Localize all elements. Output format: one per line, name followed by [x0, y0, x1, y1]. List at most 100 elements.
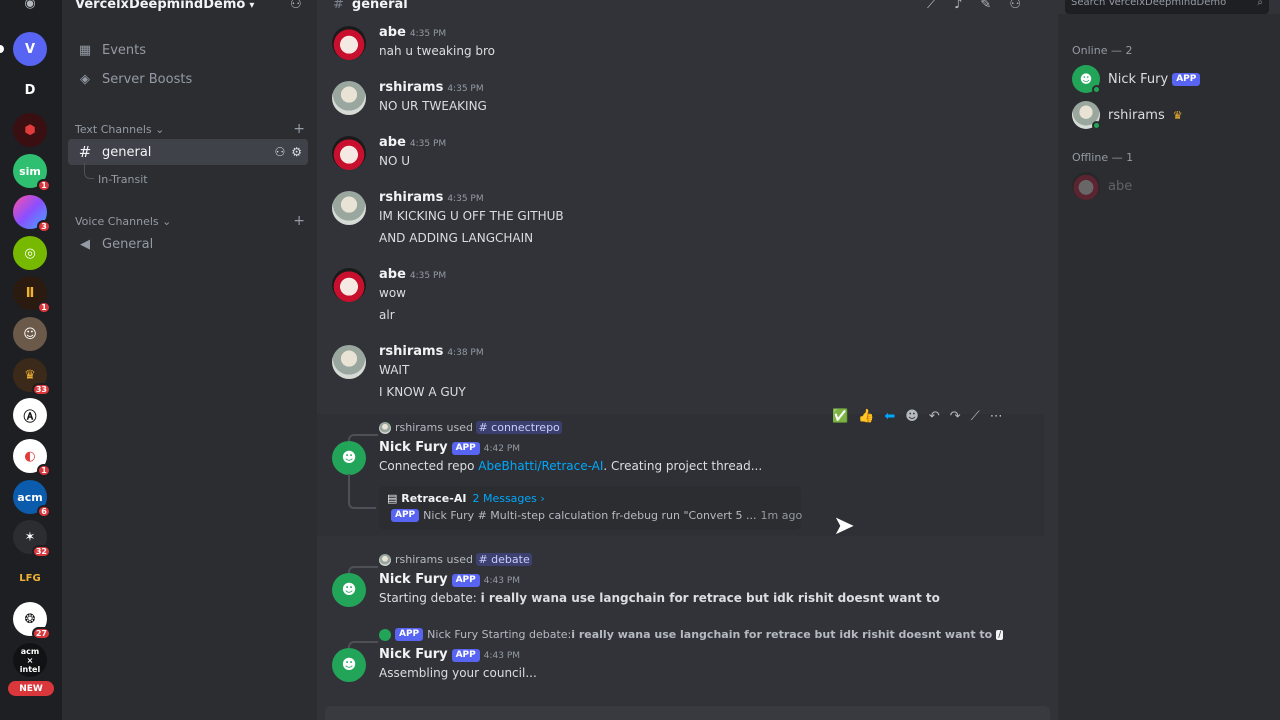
category-voice-channels[interactable]: Voice Channels ⌄ +	[75, 213, 305, 229]
server-icon-d[interactable]: D	[13, 73, 47, 107]
thread-in-transit[interactable]: In-Transit	[98, 173, 148, 186]
app-badge: APP	[451, 574, 480, 587]
add-reaction-icon[interactable]: ☻	[905, 409, 919, 424]
server-icon-acm-intel[interactable]: acm × intel	[13, 643, 47, 677]
avatar[interactable]	[332, 268, 366, 302]
arrow-emoji-reaction[interactable]: ⬅	[884, 409, 895, 424]
message-text: Connected repo AbeBhatti/Retrace-AI. Cre…	[379, 459, 763, 473]
message-author[interactable]: Nick Fury APP 4:43 PM	[379, 572, 520, 587]
server-icon-sim[interactable]: sim 1	[13, 154, 51, 192]
invite-people-icon[interactable]: ⚇	[290, 0, 302, 12]
channel-general[interactable]: # general ⚇ ⚙	[68, 139, 308, 165]
app-badge: APP	[395, 628, 424, 641]
app-badge: APP	[451, 649, 480, 662]
unread-badge: 1	[37, 301, 51, 314]
member-abe[interactable]: abe	[1072, 172, 1132, 200]
server-icon-chrome[interactable]: ◐ 1	[13, 439, 51, 477]
forward-icon[interactable]: ↷	[950, 409, 961, 424]
server-icon-nvidia[interactable]: ◎	[13, 236, 47, 270]
search-icon: ⌕	[1257, 0, 1263, 8]
thread-message-count[interactable]: 2 Messages ›	[472, 492, 544, 505]
command-mention[interactable]: # debate	[476, 553, 532, 566]
command-reference[interactable]: rshirams used # connectrepo	[379, 421, 562, 434]
invite-icon[interactable]: ⚇	[274, 145, 285, 159]
chevron-down-icon: ⌄	[162, 214, 172, 228]
message-author[interactable]: abe 4:35 PM	[379, 267, 446, 282]
avatar[interactable]: ☻	[332, 573, 366, 607]
avatar[interactable]: ☻	[332, 648, 366, 682]
server-icon-openai[interactable]: ❂ 27	[13, 602, 51, 640]
message-author[interactable]: abe 4:35 PM	[379, 25, 446, 40]
message-text: wow	[379, 286, 406, 300]
member-list: Online — 2 ☻ Nick Fury APP rshirams ♛ Offl…	[1058, 14, 1280, 720]
avatar[interactable]	[332, 26, 366, 60]
threads-icon[interactable]: ⟋	[927, 0, 936, 12]
message-author[interactable]: rshirams 4:38 PM	[379, 344, 484, 359]
more-options-icon[interactable]: ⋯	[990, 409, 1003, 424]
message-composer[interactable]	[325, 706, 1050, 720]
pin-icon[interactable]: ✎	[980, 0, 991, 12]
avatar	[1072, 101, 1101, 130]
server-icon-red[interactable]: ⬢	[13, 113, 47, 147]
app-badge: APP	[451, 442, 480, 455]
add-channel-icon[interactable]: +	[293, 213, 305, 229]
command-mention[interactable]: # connectrepo	[476, 421, 562, 434]
server-icon-v[interactable]: V	[0, 32, 47, 66]
message-author[interactable]: rshirams 4:35 PM	[379, 190, 484, 205]
sidebar-item-events[interactable]: ▦ Events	[68, 37, 308, 63]
server-icon-photo[interactable]: ☺	[13, 317, 47, 351]
server-icon-h[interactable]: Ⅱ1	[13, 276, 51, 314]
create-thread-icon[interactable]: ⟋	[971, 409, 980, 424]
sidebar-item-server-boosts[interactable]: ◈ Server Boosts	[68, 66, 308, 92]
discord-home-icon[interactable]: ◉	[13, 0, 47, 20]
avatar[interactable]	[332, 136, 366, 170]
server-icon-gradient[interactable]: 3	[13, 195, 51, 233]
add-channel-icon[interactable]: +	[293, 121, 305, 137]
new-badge: NEW	[8, 681, 54, 696]
message-author[interactable]: Nick Fury APP 4:43 PM	[379, 647, 520, 662]
server-icon-lfg[interactable]: LFG	[13, 561, 47, 595]
unread-badge: 1	[37, 179, 51, 192]
member-rshirams[interactable]: rshirams ♛	[1072, 101, 1183, 130]
command-reference[interactable]: rshirams used # debate	[379, 553, 532, 566]
reply-icon[interactable]: ↶	[929, 409, 940, 424]
server-name[interactable]: VercelxDeepmindDemo ▾	[75, 0, 254, 12]
timestamp: 4:35 PM	[409, 139, 447, 149]
check-emoji-reaction[interactable]: ✅	[832, 409, 848, 424]
gear-icon[interactable]: ⚙	[291, 145, 302, 159]
bell-icon[interactable]: ♪	[954, 0, 962, 12]
unread-badge: 32	[31, 545, 51, 558]
chevron-down-icon: ⌄	[155, 122, 165, 136]
message-text: NO UR TWEAKING	[379, 99, 487, 113]
message-author[interactable]: rshirams 4:35 PM	[379, 80, 484, 95]
avatar[interactable]	[332, 191, 366, 225]
unread-badge: 27	[31, 627, 51, 640]
timestamp: 4:43 PM	[483, 576, 521, 586]
repo-link[interactable]: AbeBhatti/Retrace-AI	[478, 459, 603, 473]
reply-reference[interactable]: APP Nick Fury Starting debate: i really …	[379, 628, 1004, 641]
avatar[interactable]: ☻	[332, 441, 366, 475]
category-text-channels[interactable]: Text Channels ⌄ +	[75, 121, 305, 137]
server-icon-star[interactable]: ✶ 32	[13, 520, 51, 558]
members-icon[interactable]: ⚇	[1009, 0, 1021, 12]
avatar[interactable]	[332, 345, 366, 379]
unread-badge: 33	[31, 383, 51, 396]
server-rail: ◉ V D ⬢ sim 1 3 ◎ Ⅱ1 ☺ ♛ 33 Ⓐ ◐ 1 acm 6 ✶ 32 …	[0, 0, 62, 720]
app-badge: APP	[1172, 72, 1201, 86]
voice-channel-general[interactable]: ◀ General	[68, 231, 308, 257]
timestamp: 4:35 PM	[447, 84, 484, 94]
avatar	[1072, 172, 1100, 200]
message-list: abe 4:35 PM nah u tweaking bro rshirams 4:…	[317, 14, 1057, 720]
avatar[interactable]	[332, 81, 366, 115]
server-icon-a[interactable]: Ⓐ	[13, 398, 47, 432]
search-input[interactable]: Search VercelxDeepmindDemo ⌕	[1065, 0, 1269, 14]
message-author[interactable]: Nick Fury APP 4:42 PM	[379, 440, 520, 455]
thread-preview-card[interactable]: ▤ Retrace-AI 2 Messages › APP Nick Fury #…	[379, 486, 802, 530]
thumbs-up-emoji-reaction[interactable]: 👍	[858, 409, 874, 424]
server-icon-character[interactable]: ♛ 33	[13, 358, 51, 396]
message-author[interactable]: abe 4:35 PM	[379, 135, 446, 150]
hash-icon: #	[78, 143, 92, 161]
chevron-down-icon: ▾	[249, 0, 255, 11]
member-nick-fury[interactable]: ☻ Nick Fury APP	[1072, 65, 1201, 94]
server-icon-acm[interactable]: acm 6	[13, 480, 51, 518]
